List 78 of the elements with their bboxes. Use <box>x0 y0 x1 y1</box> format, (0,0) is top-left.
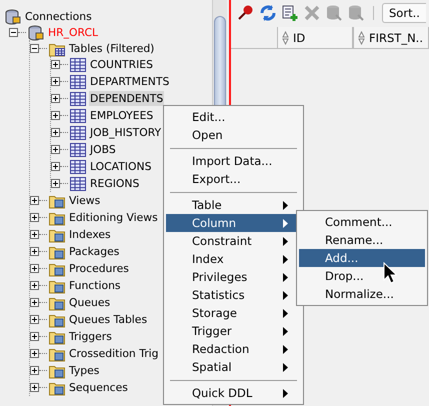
expand-toggle[interactable] <box>51 162 60 171</box>
tree-item[interactable]: EMPLOYEES <box>89 108 154 123</box>
tree-item[interactable]: DEPARTMENTS <box>89 74 170 89</box>
tree-item[interactable]: Indexes <box>68 227 112 242</box>
tree-item[interactable]: Sequences <box>68 380 129 395</box>
expand-toggle[interactable] <box>30 332 39 341</box>
menu-item[interactable]: Import Data... <box>166 152 301 170</box>
table-icon <box>70 176 86 192</box>
menu-item[interactable]: Open <box>166 126 301 144</box>
menu-item[interactable]: Spatial <box>166 358 301 376</box>
menu-item[interactable]: Quick DDL <box>166 384 301 402</box>
tree-item[interactable]: COUNTRIES <box>89 57 154 72</box>
cursor-icon <box>383 262 397 284</box>
expand-toggle[interactable] <box>51 60 60 69</box>
expand-toggle[interactable] <box>30 281 39 290</box>
menu-item[interactable]: Edit... <box>166 108 301 126</box>
menu-item[interactable]: Redaction <box>166 340 301 358</box>
tree-item[interactable]: Editioning Views <box>68 210 159 225</box>
tree-item[interactable]: Queues Tables <box>68 312 148 327</box>
tree-item[interactable]: Crossedition Trig <box>68 346 160 361</box>
expand-toggle[interactable] <box>51 94 60 103</box>
tree-item[interactable]: Types <box>68 363 100 378</box>
expand-toggle[interactable] <box>51 128 60 137</box>
tree-item[interactable]: DEPENDENTS <box>89 91 164 106</box>
database-icon <box>5 8 21 24</box>
menu-item[interactable]: Storage <box>166 304 301 322</box>
refresh-icon[interactable] <box>259 4 277 22</box>
tree-item[interactable]: Triggers <box>68 329 113 344</box>
tree-item[interactable]: REGIONS <box>89 176 140 191</box>
menu-item[interactable]: Trigger <box>166 322 301 340</box>
collapse-toggle[interactable] <box>30 44 39 53</box>
tree-item[interactable]: Tables (Filtered) <box>68 41 156 56</box>
table-icon <box>70 56 86 72</box>
table-icon <box>70 74 86 90</box>
menu-item[interactable]: Export... <box>166 170 301 188</box>
expand-toggle[interactable] <box>30 366 39 375</box>
tree-item[interactable]: Procedures <box>68 261 130 276</box>
tree-item[interactable]: JOB_HISTORY <box>89 125 162 140</box>
menu-item[interactable]: Drop... <box>299 267 425 285</box>
table-icon <box>70 108 86 124</box>
database-icon <box>28 24 44 40</box>
sort-icon[interactable] <box>282 30 289 44</box>
sort-button[interactable]: Sort.. <box>382 3 426 23</box>
tree-item[interactable]: Packages <box>68 244 120 259</box>
collapse-toggle[interactable] <box>9 28 18 37</box>
expand-toggle[interactable] <box>30 247 39 256</box>
table-icon <box>70 124 86 140</box>
expand-toggle[interactable] <box>30 349 39 358</box>
add-row-icon[interactable] <box>281 4 299 22</box>
menu-item[interactable]: Rename... <box>299 231 425 249</box>
menu-item[interactable]: Table <box>166 196 301 214</box>
expand-toggle[interactable] <box>30 264 39 273</box>
sort-icon[interactable] <box>358 30 365 44</box>
tree-item[interactable]: JOBS <box>89 142 117 157</box>
column-header[interactable]: FIRST_N.. <box>353 27 429 48</box>
tree-item[interactable]: LOCATIONS <box>89 159 152 174</box>
menu-item[interactable]: Comment... <box>299 213 425 231</box>
tree-item[interactable]: Views <box>68 193 102 208</box>
expand-toggle[interactable] <box>51 179 60 188</box>
pin-icon[interactable] <box>237 4 255 22</box>
table-icon <box>70 90 86 106</box>
expand-toggle[interactable] <box>30 213 39 222</box>
column-header[interactable]: ID <box>277 27 353 48</box>
expand-toggle[interactable] <box>30 383 39 392</box>
table-icon <box>70 142 86 158</box>
expand-toggle[interactable] <box>51 77 60 86</box>
menu-item[interactable]: Add... <box>299 249 425 267</box>
expand-toggle[interactable] <box>51 111 60 120</box>
expand-toggle[interactable] <box>30 315 39 324</box>
tree-item[interactable]: Queues <box>68 295 112 310</box>
tree-item[interactable]: Functions <box>68 278 122 293</box>
expand-toggle[interactable] <box>30 230 39 239</box>
expand-toggle[interactable] <box>51 145 60 154</box>
menu-item[interactable]: Normalize... <box>299 285 425 303</box>
table-icon <box>70 158 86 174</box>
expand-toggle[interactable] <box>30 298 39 307</box>
expand-toggle[interactable] <box>30 196 39 205</box>
tree-item[interactable]: Connections <box>24 9 93 24</box>
